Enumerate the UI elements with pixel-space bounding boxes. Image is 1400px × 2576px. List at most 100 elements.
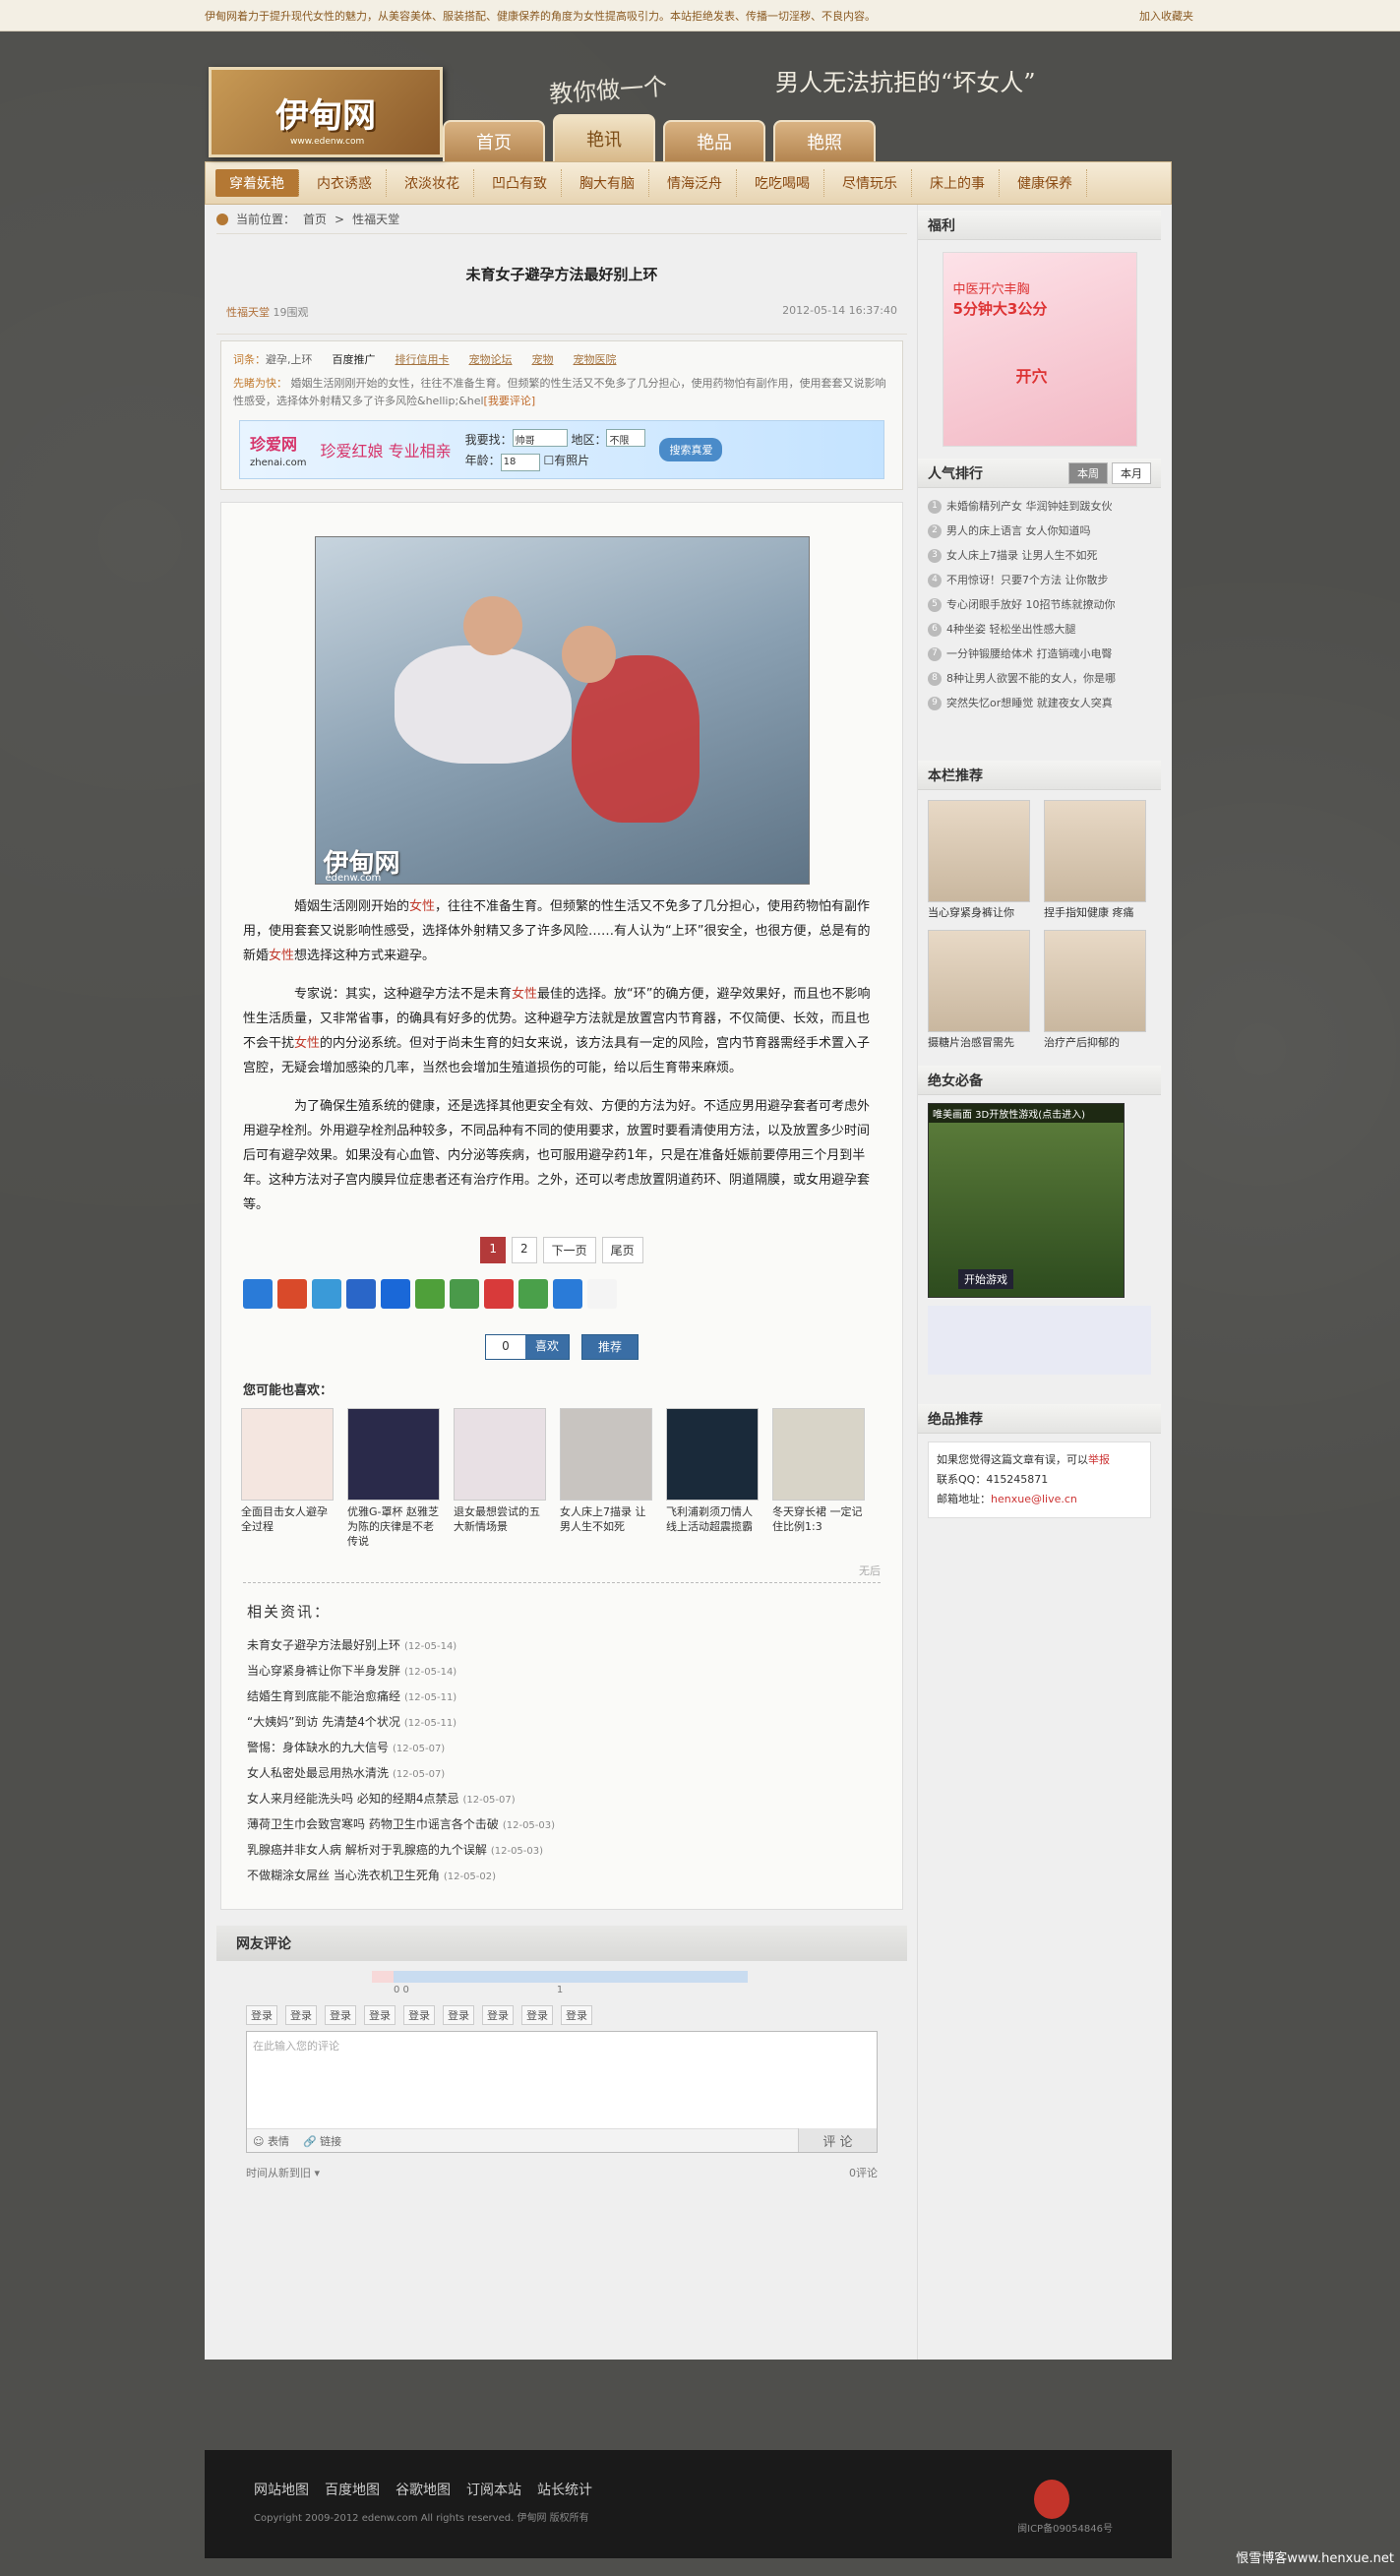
like-button[interactable]: 0 喜欢 [484,1334,570,1360]
rank-link[interactable]: 4种坐姿 轻松坐出性感大腿 [946,617,1076,642]
nav-item[interactable]: 胸大有脑 [566,169,649,197]
keyword-link[interactable]: 女性 [269,949,294,963]
related-link[interactable]: 乳腺癌并非女人病 解析对于乳腺癌的九个误解 [247,1843,487,1857]
share-icon[interactable] [553,1279,582,1309]
keyword-link[interactable]: 排行信用卡 [396,351,450,367]
ad-area-select[interactable]: 不限 [606,428,646,447]
social-login-button[interactable]: 登录 [482,2005,514,2025]
nav-item[interactable]: 穿着妩艳 [215,169,299,197]
social-login-button[interactable]: 登录 [561,2005,592,2025]
recommend-item[interactable]: 捏手指知健康 疼痛 [1044,800,1152,920]
rank-item[interactable]: 7 一分钟锻腰给体术 打造销魂小电臀 [928,642,1151,666]
tab-photos[interactable]: 艳照 [773,120,876,161]
related-link[interactable]: 结婚生育到底能不能治愈痛经 [247,1689,400,1703]
contact-email[interactable]: henxue@live.cn [991,1493,1077,1505]
related-link[interactable]: 女人来月经能洗头吗 必知的经期4点禁忌 [247,1792,458,1806]
keyword-link[interactable]: 百度推广 [333,351,376,367]
rank-item[interactable]: 6 4种坐姿 轻松坐出性感大腿 [928,617,1151,642]
last-page[interactable]: 尾页 [601,1237,643,1263]
related-link[interactable]: “大姨妈”到访 先清楚4个状况 [247,1715,400,1729]
nav-item[interactable]: 凹凸有致 [478,169,562,197]
nav-item[interactable]: 床上的事 [916,169,1000,197]
footer-link[interactable]: 百度地图 [325,2480,380,2499]
like-item[interactable]: 退女最想尝试的五大新情场景 [454,1408,550,1549]
breadcrumb-home[interactable]: 首页 [303,211,327,227]
nav-item[interactable]: 健康保养 [1004,169,1087,197]
social-login-button[interactable]: 登录 [325,2005,356,2025]
like-item[interactable]: 女人床上7描录 让男人生不如死 [560,1408,656,1549]
emoji-button[interactable]: ☺ 表情 [253,2133,289,2149]
social-login-button[interactable]: 登录 [364,2005,396,2025]
recommend-item[interactable]: 治疗产后抑郁的 [1044,930,1152,1050]
rank-link[interactable]: 男人的床上语言 女人你知道吗 [946,519,1091,543]
rank-link[interactable]: 女人床上7描录 让男人生不如死 [946,543,1098,568]
like-item[interactable]: 冬天穿长裙 一定记住比例1:3 [772,1408,869,1549]
comment-textarea[interactable]: 在此输入您的评论 ☺ 表情 🔗 链接 评 论 [246,2031,878,2153]
rank-link[interactable]: 不用惊讶！只要7个方法 让你散步 [946,568,1109,592]
article-category[interactable]: 性福天堂 [226,306,270,319]
rank-tab-month[interactable]: 本月 [1112,461,1151,484]
report-link[interactable]: 举报 [1088,1453,1110,1466]
footer-link[interactable]: 谷歌地图 [396,2480,451,2499]
related-link[interactable]: 当心穿紧身裤让你下半身发胖 [247,1664,400,1678]
tab-products[interactable]: 艳品 [663,120,765,161]
share-icon[interactable] [346,1279,376,1309]
keyword-link[interactable]: 宠物 [532,351,554,367]
like-item[interactable]: 全面目击女人避孕全过程 [241,1408,337,1549]
rank-link[interactable]: 8种让男人欲罢不能的女人，你是哪 [946,666,1116,691]
tab-home[interactable]: 首页 [443,120,545,161]
fuli-ad[interactable]: 中医开穴丰胸 5分钟大3公分 开穴 [942,252,1137,447]
recommend-button[interactable]: 推荐 [581,1334,639,1360]
rank-item[interactable]: 3 女人床上7描录 让男人生不如死 [928,543,1151,568]
share-icon[interactable] [243,1279,273,1309]
breadcrumb-category[interactable]: 性福天堂 [352,211,399,227]
next-page[interactable]: 下一页 [542,1237,596,1263]
game-start-button[interactable]: 开始游戏 [958,1269,1013,1289]
share-icon[interactable] [277,1279,307,1309]
recommend-item[interactable]: 当心穿紧身裤让你 [928,800,1036,920]
keyword-link[interactable]: 宠物论坛 [469,351,513,367]
nav-item[interactable]: 浓淡妆花 [391,169,474,197]
add-favorite-link[interactable]: 加入收藏夹 [1139,8,1193,24]
tab-news[interactable]: 艳讯 [553,114,655,161]
keyword-link[interactable]: 女性 [294,1036,320,1051]
recommend-item[interactable]: 摄糖片治感冒需先 [928,930,1036,1050]
footer-link[interactable]: 网站地图 [254,2480,309,2499]
related-link[interactable]: 薄荷卫生巾会致宫寒吗 药物卫生巾谣言各个击破 [247,1817,499,1831]
social-login-button[interactable]: 登录 [443,2005,474,2025]
nav-item[interactable]: 内衣诱惑 [303,169,387,197]
ad-find-select[interactable]: 帅哥 [512,428,568,447]
rank-link[interactable]: 专心闭眼手放好 10招节练就撩动你 [946,592,1116,617]
share-icon[interactable] [415,1279,445,1309]
rank-item[interactable]: 2 男人的床上语言 女人你知道吗 [928,519,1151,543]
related-link[interactable]: 不做糊涂女屌丝 当心洗衣机卫生死角 [247,1869,440,1882]
rank-link[interactable]: 未婚偷精列产女 华润钟娃到跋女伙 [946,494,1113,519]
social-login-button[interactable]: 登录 [403,2005,435,2025]
page-1[interactable]: 1 [480,1237,506,1263]
related-link[interactable]: 未育女子避孕方法最好别上环 [247,1638,400,1652]
nav-item[interactable]: 尽情玩乐 [828,169,912,197]
rank-tab-week[interactable]: 本周 [1068,461,1108,484]
rank-item[interactable]: 8 8种让男人欲罢不能的女人，你是哪 [928,666,1151,691]
like-item[interactable]: 飞利浦剃须刀情人线上活动超震揽霸 [666,1408,762,1549]
share-icon[interactable] [518,1279,548,1309]
zhenai-ad-banner[interactable]: 珍爱网 zhenai.com 珍爱红娘 专业相亲 我要找： 帅哥 地区： 不限 年龄：… [239,420,884,479]
nav-item[interactable]: 情海泛舟 [653,169,737,197]
ad-search-button[interactable]: 搜索真爱 [659,438,723,461]
share-icon[interactable] [381,1279,410,1309]
ad-photo-checkbox[interactable]: 有照片 [554,454,589,467]
share-icon[interactable] [484,1279,514,1309]
social-login-button[interactable]: 登录 [246,2005,277,2025]
icp-number[interactable]: 闽ICP备09054846号 [1017,2520,1113,2535]
comment-link[interactable]: [我要评论] [484,395,536,407]
keyword-link[interactable]: 女性 [409,899,435,914]
keyword-link[interactable]: 女性 [512,987,537,1002]
share-icon[interactable] [587,1279,617,1309]
like-item[interactable]: 优雅G-罩杯 赵雅芝为陈的庆律是不老传说 [347,1408,444,1549]
page-2[interactable]: 2 [511,1237,537,1263]
site-logo[interactable]: 伊甸网 www.edenw.com [209,67,443,157]
rank-item[interactable]: 1 未婚偷精列产女 华润钟娃到跋女伙 [928,494,1151,519]
share-icon[interactable] [450,1279,479,1309]
sort-select[interactable]: 时间从新到旧 ▾ [246,2165,320,2180]
rank-link[interactable]: 一分钟锻腰给体术 打造销魂小电臀 [946,642,1113,666]
